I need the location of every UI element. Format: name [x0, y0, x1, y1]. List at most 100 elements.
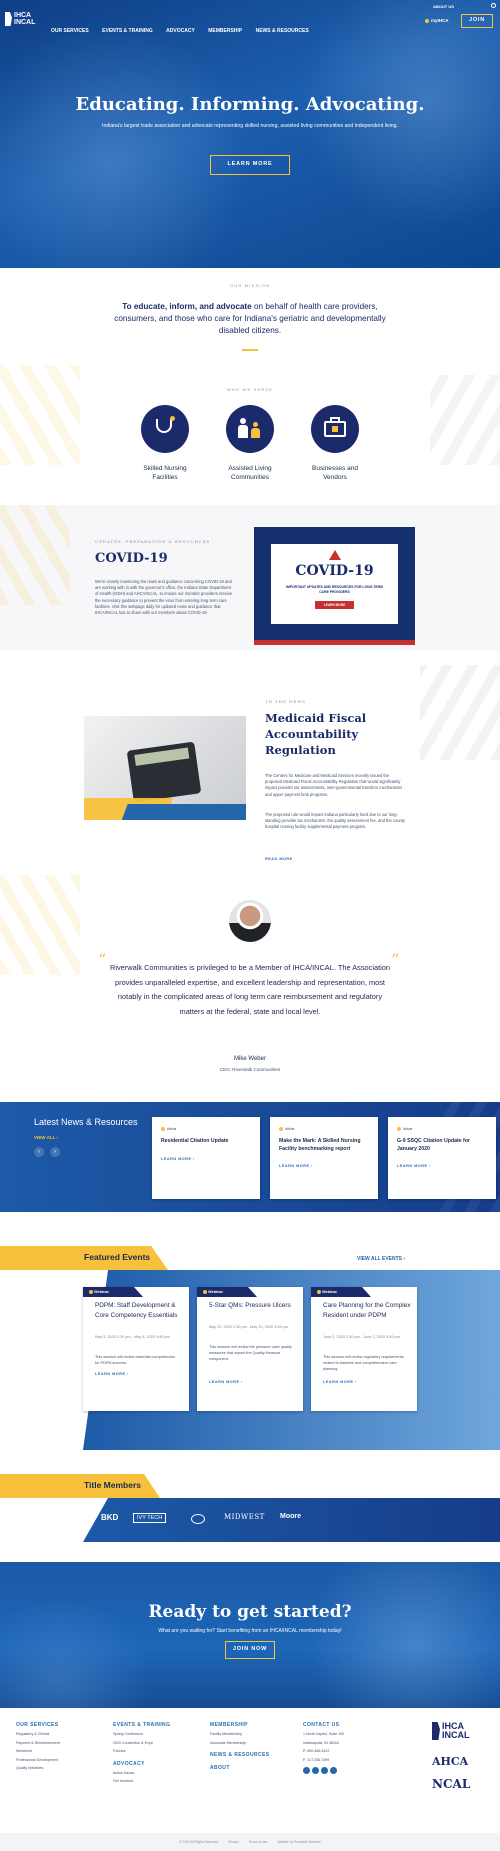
member-logo-moore[interactable]: Moore	[280, 1513, 301, 1520]
news-feature-p2: The proposed rule would impact Indiana p…	[265, 812, 405, 830]
nav-membership[interactable]: MEMBERSHIP	[208, 28, 242, 34]
facebook-icon[interactable]	[303, 1767, 310, 1775]
footer-link[interactable]: Payment & Reimbursement	[16, 1739, 60, 1748]
covid-banner[interactable]: COVID-19 IMPORTANT UPDATES AND RESOURCES…	[254, 527, 415, 645]
event-card[interactable]: Webinar Care Planning for the Complex Re…	[311, 1287, 417, 1411]
footer-link[interactable]: Quality Initiatives	[16, 1764, 60, 1773]
event-learn-more[interactable]: LEARN MORE ›	[209, 1380, 243, 1384]
serve-item-businesses[interactable]: Businesses and Vendors	[300, 405, 370, 482]
testimonial-quote: Riverwalk Communities is privileged to b…	[110, 963, 390, 1016]
main-nav: OUR SERVICES EVENTS & TRAINING ADVOCACY …	[51, 19, 318, 37]
footer-heading[interactable]: EVENTS & TRAINING	[113, 1722, 170, 1728]
covid-label: UPDATES, PREPARATION & RESOURCES	[95, 539, 211, 544]
footer-col-membership: MEMBERSHIP Facility Membership Associate…	[210, 1722, 269, 1771]
covid-body: We're closely monitoring the news and gu…	[95, 579, 233, 616]
user-icon	[425, 18, 429, 23]
serve-label: WHO WE SERVE	[226, 387, 274, 392]
article-icon	[279, 1127, 283, 1131]
news-card-link[interactable]: LEARN MORE ›	[161, 1157, 195, 1161]
hero-learn-more-button[interactable]: LEARN MORE	[210, 155, 290, 175]
footer-heading[interactable]: ABOUT	[210, 1765, 269, 1771]
footer-heading[interactable]: NEWS & RESOURCES	[210, 1752, 269, 1758]
testimonial-section: “ ” Riverwalk Communities is privileged …	[0, 870, 500, 1102]
footer-link[interactable]: Action Issues	[113, 1769, 170, 1778]
copyright: © 2020 All Rights Reserved	[179, 1840, 219, 1844]
privacy-link[interactable]: Privacy	[228, 1840, 238, 1844]
news-card[interactable]: Article Residential Citation Update LEAR…	[152, 1117, 260, 1199]
hero-subtitle: Indiana's largest trade association and …	[102, 123, 398, 129]
news-card-link[interactable]: LEARN MORE ›	[279, 1164, 313, 1168]
covid-banner-panel: COVID-19 IMPORTANT UPDATES AND RESOURCES…	[271, 544, 398, 624]
event-card[interactable]: Webinar 5-Star QMs: Pressure Ulcers May …	[197, 1287, 303, 1411]
news-feature-p1: The Centers for Medicare and Medicaid Se…	[265, 773, 403, 797]
credit-link[interactable]: Website by Reusable Software	[277, 1840, 321, 1844]
footer-link[interactable]: Policies	[113, 1747, 170, 1756]
footer-link[interactable]: Get Involved	[113, 1777, 170, 1786]
news-card[interactable]: Article Make the Mark: A Skilled Nursing…	[270, 1117, 378, 1199]
search-icon[interactable]	[491, 3, 496, 8]
close-quote-icon: ”	[391, 950, 400, 969]
serve-label-assisted-living: Assisted Living Communities	[228, 465, 272, 481]
youtube-icon[interactable]	[330, 1767, 337, 1775]
join-now-button[interactable]: JOIN NOW	[225, 1641, 275, 1659]
footer-address: 1 North Capitol, Suite 100	[303, 1732, 345, 1736]
latest-view-all-link[interactable]: VIEW ALL ›	[34, 1135, 58, 1140]
site-logo[interactable]: IHCA INCAL	[5, 12, 35, 26]
serve-item-assisted-living[interactable]: Assisted Living Communities	[215, 405, 285, 482]
footer-heading[interactable]: ADVOCACY	[113, 1761, 170, 1767]
news-card-link[interactable]: LEARN MORE ›	[397, 1164, 431, 1168]
latest-news-section: Latest News & Resources VIEW ALL › ‹ › A…	[0, 1102, 500, 1212]
news-feature-read-more[interactable]: READ MORE	[265, 847, 293, 865]
news-feature-label: IN THE NEWS	[266, 699, 306, 704]
view-all-events-link[interactable]: VIEW ALL EVENTS ›	[357, 1256, 405, 1262]
footer-link[interactable]: Professional Development	[16, 1756, 60, 1765]
mission-text: To educate, inform, and advocate on beha…	[100, 301, 400, 337]
footer-link[interactable]: Associate Membership	[210, 1739, 269, 1748]
linkedin-icon[interactable]	[321, 1767, 328, 1775]
twitter-icon[interactable]	[312, 1767, 319, 1775]
nav-advocacy[interactable]: ADVOCACY	[166, 28, 195, 34]
myihca-link[interactable]: myIHCA	[425, 18, 449, 23]
event-card[interactable]: Webinar PDPM: Staff Development & Core C…	[83, 1287, 189, 1411]
covid-title: COVID-19	[95, 551, 168, 566]
member-logo-midwest[interactable]: MIDWEST	[224, 1513, 265, 1521]
hero-section: ABOUT US IHCA INCAL OUR SERVICES EVENTS …	[0, 0, 500, 268]
testimonial-name: Mike Weber	[234, 1056, 266, 1062]
next-arrow-button[interactable]: ›	[50, 1147, 60, 1157]
join-button[interactable]: JOIN	[461, 14, 493, 28]
decorative-pattern-right	[420, 665, 500, 760]
nav-our-services[interactable]: OUR SERVICES	[51, 28, 89, 34]
footer-heading[interactable]: MEMBERSHIP	[210, 1722, 269, 1728]
news-feature-section: IN THE NEWS Medicaid Fiscal Accountabili…	[0, 650, 500, 870]
about-us-link[interactable]: ABOUT US	[433, 4, 454, 9]
event-learn-more[interactable]: LEARN MORE ›	[323, 1380, 357, 1384]
covid-banner-button[interactable]: LEARN MORE	[315, 601, 354, 609]
footer-logo-ahca[interactable]: AHCA	[432, 1755, 468, 1768]
footer-link[interactable]: Facility Membership	[210, 1730, 269, 1739]
member-logo-bkd[interactable]: BKD	[101, 1513, 118, 1522]
prev-arrow-button[interactable]: ‹	[34, 1147, 44, 1157]
footer-logo-ihca[interactable]: IHCA INCAL	[432, 1722, 470, 1740]
serve-item-skilled-nursing[interactable]: Skilled Nursing Facilities	[130, 405, 200, 482]
covid-section: UPDATES, PREPARATION & RESOURCES COVID-1…	[0, 505, 500, 658]
event-body: This session will review the pressure ul…	[209, 1345, 292, 1361]
serve-label-skilled-nursing: Skilled Nursing Facilities	[143, 465, 187, 481]
footer-link[interactable]: Regulatory & Clinical	[16, 1730, 60, 1739]
footer-link[interactable]: Workforce	[16, 1747, 60, 1756]
news-card[interactable]: Article G-9 SSQC Citation Update for Jan…	[388, 1117, 496, 1199]
member-logo-ivytech[interactable]: IVY TECH	[133, 1513, 167, 1523]
open-quote-icon: “	[98, 950, 107, 969]
nav-news-resources[interactable]: NEWS & RESOURCES	[256, 28, 309, 34]
member-logo-mark[interactable]	[191, 1514, 205, 1524]
event-learn-more[interactable]: LEARN MORE ›	[95, 1372, 129, 1376]
footer-link[interactable]: 2020 Convention & Expo	[113, 1739, 170, 1748]
nav-events-training[interactable]: EVENTS & TRAINING	[102, 28, 153, 34]
terms-link[interactable]: Terms of Use	[249, 1840, 268, 1844]
footer-col-contact: CONTACT US 1 North Capitol, Suite 100 In…	[303, 1722, 345, 1775]
cta-photo-overlay	[300, 1562, 500, 1708]
footer-link[interactable]: Spring Conference	[113, 1730, 170, 1739]
latest-view-all-label: VIEW ALL	[34, 1135, 56, 1140]
footer-phone[interactable]: P: 800.466.4422	[303, 1747, 344, 1756]
footer-logo-ncal[interactable]: NCAL	[432, 1777, 470, 1791]
webinar-icon	[203, 1290, 207, 1294]
